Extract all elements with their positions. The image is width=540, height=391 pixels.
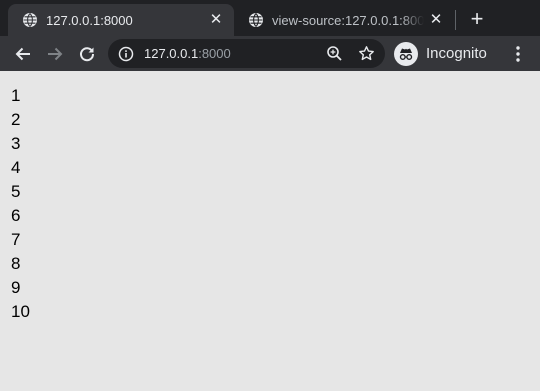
globe-icon	[23, 13, 37, 27]
list-item: 4	[11, 158, 21, 177]
url-host: 127.0.0.1	[144, 46, 199, 61]
list-item: 5	[11, 182, 21, 201]
address-bar[interactable]: 127.0.0.1:8000	[108, 39, 385, 68]
list-item: 10	[11, 302, 30, 321]
forward-button[interactable]	[44, 43, 66, 65]
tab-title: 127.0.0.1:8000	[46, 12, 133, 28]
incognito-label: Incognito	[426, 45, 487, 62]
list-item: 8	[11, 254, 21, 273]
list-item: 9	[11, 278, 21, 297]
menu-button[interactable]	[508, 43, 528, 65]
incognito-icon	[394, 41, 418, 66]
tab-strip: 127.0.0.1:8000 ✕ view-source:127.0.0.1:8…	[0, 0, 540, 36]
globe-icon	[249, 13, 263, 27]
close-icon[interactable]: ✕	[208, 12, 224, 28]
zoom-icon[interactable]	[326, 45, 343, 62]
kebab-menu-icon	[516, 46, 520, 62]
arrow-right-icon	[48, 47, 63, 61]
back-button[interactable]	[12, 43, 34, 65]
tab-active[interactable]: 127.0.0.1:8000 ✕	[8, 4, 234, 36]
star-icon[interactable]	[358, 45, 375, 62]
url-port: :8000	[198, 46, 231, 61]
tab-view-source[interactable]: view-source:127.0.0.1:8000 ✕	[234, 4, 454, 36]
info-icon[interactable]	[118, 46, 134, 62]
tab-title: view-source:127.0.0.1:8000	[272, 12, 424, 28]
close-icon[interactable]: ✕	[428, 12, 444, 28]
list-item: 2	[11, 110, 21, 129]
new-tab-button[interactable]: +	[466, 8, 488, 30]
list-item: 6	[11, 206, 21, 225]
arrow-left-icon	[15, 47, 30, 61]
url-text[interactable]: 127.0.0.1:8000	[144, 39, 231, 68]
tab-separator	[455, 10, 456, 30]
list-item: 3	[11, 134, 21, 153]
incognito-indicator[interactable]: Incognito	[394, 40, 487, 67]
list-item: 1	[11, 86, 21, 105]
number-list: 1 2 3 4 5 6 7 8 9 10	[11, 84, 30, 324]
page-content: 1 2 3 4 5 6 7 8 9 10	[0, 71, 540, 391]
browser-window: 127.0.0.1:8000 ✕ view-source:127.0.0.1:8…	[0, 0, 540, 391]
list-item: 7	[11, 230, 21, 249]
reload-icon	[80, 47, 95, 62]
reload-button[interactable]	[76, 43, 98, 65]
toolbar: 127.0.0.1:8000 Incognito	[0, 36, 540, 71]
